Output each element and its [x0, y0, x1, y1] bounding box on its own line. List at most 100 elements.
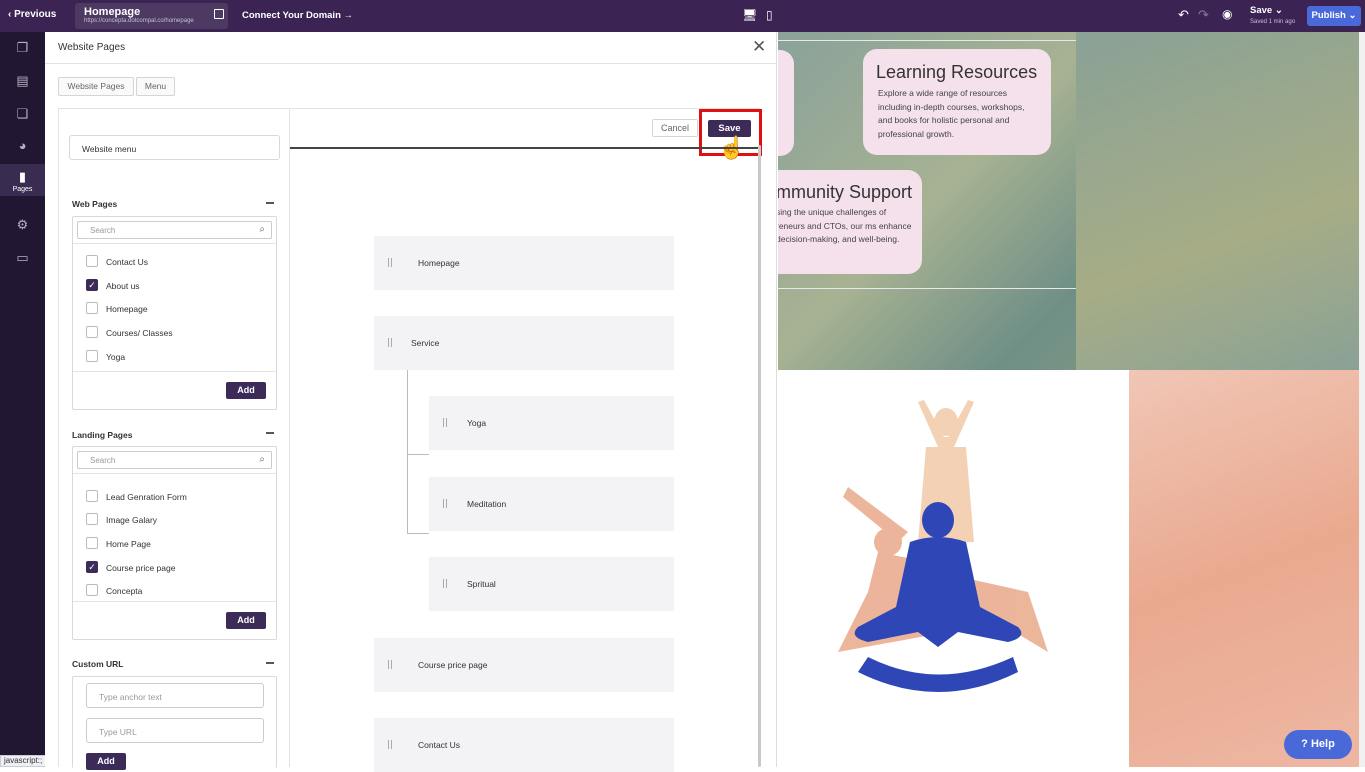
help-label: Help: [1310, 738, 1335, 750]
redo-icon[interactable]: ↷: [1198, 7, 1209, 23]
panel-title: Website Pages: [58, 42, 126, 53]
chevron-down-icon: ⌄: [1348, 10, 1357, 21]
previous-button[interactable]: ‹ Previous: [8, 9, 56, 20]
panel-scrollbar[interactable]: [758, 145, 761, 767]
drag-handle-icon[interactable]: [388, 338, 392, 347]
menu-item-service[interactable]: Service: [374, 316, 674, 370]
web-pages-heading: Web Pages: [72, 199, 118, 209]
tab-website-pages[interactable]: Website Pages: [58, 77, 134, 96]
checkbox[interactable]: [86, 255, 98, 267]
settings-gear-icon[interactable]: ⚙: [0, 217, 45, 247]
card-title: mmunity Support: [778, 182, 913, 202]
drag-handle-icon[interactable]: [388, 740, 392, 749]
drag-handle-icon[interactable]: [388, 660, 392, 669]
add-web-pages-button[interactable]: Add: [226, 382, 266, 399]
feature-card: [778, 50, 794, 156]
checkbox[interactable]: [86, 350, 98, 362]
page-picker-column: Website menu Web Pages Search ⌕ Contact U…: [58, 108, 290, 770]
search-icon: ⌕: [259, 224, 265, 235]
collapse-icon[interactable]: [266, 662, 274, 664]
add-custom-url-button[interactable]: Add: [86, 753, 126, 770]
checkbox-checked[interactable]: ✓: [86, 279, 98, 291]
item-label: Lead Genration Form: [106, 492, 187, 502]
background-image: [1129, 370, 1365, 767]
item-label: Concepta: [106, 586, 143, 596]
item-label: About us: [106, 281, 140, 291]
divider: [73, 473, 276, 474]
checkbox[interactable]: [86, 326, 98, 338]
landing-pages-search-input[interactable]: Search ⌕: [77, 451, 272, 469]
item-label: Home Page: [106, 539, 151, 549]
sidebar-pages-label: Pages: [12, 186, 33, 193]
close-icon[interactable]: ✕: [752, 37, 766, 57]
menu-item-spritual[interactable]: Spritual: [429, 557, 674, 611]
tab-menu[interactable]: Menu: [136, 77, 175, 96]
menu-item-meditation[interactable]: Meditation: [429, 477, 674, 531]
divider: [73, 243, 276, 244]
monitor-icon[interactable]: ▭: [0, 250, 45, 280]
help-button[interactable]: ? Help: [1284, 730, 1352, 759]
arrow-right-icon: →: [343, 10, 354, 21]
connect-domain-label: Connect Your Domain: [242, 10, 341, 21]
drag-handle-icon[interactable]: [443, 418, 447, 427]
page-selector[interactable]: Homepage https://concepta.dotcompal.co/h…: [75, 3, 228, 29]
menu-name-input[interactable]: Website menu: [69, 135, 280, 160]
custom-url-heading: Custom URL: [72, 659, 124, 669]
connect-domain-button[interactable]: Connect Your Domain →: [242, 10, 353, 21]
checkbox[interactable]: [86, 302, 98, 314]
checkbox-checked[interactable]: ✓: [86, 561, 98, 573]
topbar-save-button[interactable]: Save ⌄: [1250, 5, 1283, 16]
item-label: Yoga: [106, 352, 126, 362]
item-label: Courses/ Classes: [106, 328, 173, 338]
menu-item-label: Contact Us: [418, 740, 461, 750]
collapse-icon[interactable]: [266, 202, 274, 204]
menu-item-label: Course price page: [418, 660, 488, 670]
sidebar-item-pages[interactable]: ▮ Pages: [0, 164, 45, 196]
checkbox[interactable]: [86, 490, 98, 502]
drag-handle-icon[interactable]: [443, 499, 447, 508]
publish-button[interactable]: Publish ⌄: [1307, 6, 1361, 26]
mobile-icon[interactable]: ▯: [766, 8, 773, 22]
url-input[interactable]: Type URL: [86, 718, 264, 743]
collapse-icon[interactable]: [266, 432, 274, 434]
elements-icon[interactable]: ❏: [0, 106, 45, 136]
menu-item-contact-us[interactable]: Contact Us: [374, 718, 674, 772]
cancel-button[interactable]: Cancel: [652, 119, 698, 137]
web-pages-box: Search ⌕ Contact Us ✓ About us Homepage Co…: [72, 216, 277, 410]
card-text: sing the unique challenges of reneurs an…: [778, 207, 912, 244]
page-scrollbar[interactable]: [1359, 32, 1365, 767]
search-placeholder: Search: [90, 226, 116, 235]
menu-editor: Cancel Save ☝ Homepage Service Yoga Medi…: [289, 108, 762, 772]
web-pages-search-input[interactable]: Search ⌕: [77, 221, 272, 239]
menu-item-label: Homepage: [418, 258, 460, 268]
pages-icon: ▮: [18, 169, 27, 184]
checkbox[interactable]: [86, 584, 98, 596]
divider: [778, 288, 1076, 289]
menu-item-homepage[interactable]: Homepage: [374, 236, 674, 290]
checkbox[interactable]: [86, 513, 98, 525]
layers-icon[interactable]: ❐: [0, 40, 45, 70]
page-title: Homepage: [84, 6, 141, 18]
undo-icon[interactable]: ↶: [1178, 7, 1189, 23]
background-image: [1076, 32, 1365, 370]
menu-item-label: Yoga: [467, 418, 487, 428]
item-label: Image Galary: [106, 515, 158, 525]
landing-pages-heading: Landing Pages: [72, 430, 133, 440]
custom-url-box: Type anchor text Type URL Add: [72, 676, 277, 770]
feature-card: Learning Resources Explore a wide range …: [863, 49, 1051, 155]
website-pages-panel: Website Pages ✕ Website Pages Menu Websi…: [45, 32, 777, 772]
drag-handle-icon[interactable]: [388, 258, 392, 267]
divider: [73, 371, 276, 372]
checkbox[interactable]: [86, 537, 98, 549]
sections-icon[interactable]: ▤: [0, 73, 45, 103]
divider: [290, 147, 761, 149]
edit-icon[interactable]: [214, 9, 224, 19]
anchor-text-input[interactable]: Type anchor text: [86, 683, 264, 708]
desktop-icon[interactable]: 🖥: [742, 8, 757, 22]
drag-handle-icon[interactable]: [443, 579, 447, 588]
menu-item-yoga[interactable]: Yoga: [429, 396, 674, 450]
add-landing-pages-button[interactable]: Add: [226, 612, 266, 629]
menu-item-course-price-page[interactable]: Course price page: [374, 638, 674, 692]
search-icon: ⌕: [259, 454, 265, 465]
preview-eye-icon[interactable]: ◉: [1222, 7, 1232, 21]
